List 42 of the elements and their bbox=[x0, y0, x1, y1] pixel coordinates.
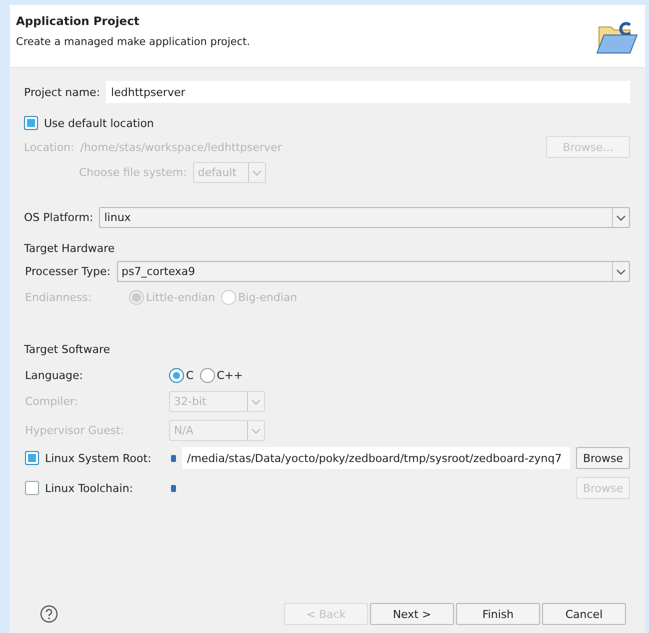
dialog-button[interactable]: Cancel bbox=[542, 603, 626, 625]
location-path: /home/stas/workspace/ledhttpserver bbox=[80, 140, 283, 154]
field-label: Location: bbox=[24, 140, 74, 154]
radio-label: Big-endian bbox=[238, 291, 298, 304]
field-label: Compiler: bbox=[25, 395, 80, 408]
field-label: Processer Type: bbox=[25, 265, 110, 278]
caret-icon bbox=[251, 428, 261, 434]
checkbox[interactable] bbox=[25, 451, 39, 465]
field-label: Endianness: bbox=[25, 291, 93, 304]
caret-icon bbox=[616, 214, 626, 220]
page-title: Application Project bbox=[16, 14, 140, 28]
radio-button[interactable] bbox=[200, 368, 215, 383]
radio-label: C bbox=[186, 369, 194, 382]
dialog-button[interactable]: Next > bbox=[370, 603, 454, 625]
field-label: OS Platform: bbox=[24, 211, 94, 224]
path-field[interactable]: /media/stas/Data/yocto/poky/zedboard/tmp/sysroot/zedboard-zynq7 bbox=[182, 447, 570, 469]
help-icon[interactable] bbox=[40, 605, 58, 623]
dropdown[interactable]: ps7_cortexa9 bbox=[116, 261, 630, 282]
caret-icon bbox=[616, 268, 626, 274]
field-label: Choose file system: bbox=[79, 166, 187, 179]
checkbox-label: Linux System Root: bbox=[45, 452, 152, 464]
checkbox[interactable] bbox=[24, 116, 38, 130]
info-icon bbox=[171, 454, 176, 462]
page-description: Create a managed make application project. bbox=[16, 36, 250, 48]
dialog-button[interactable]: Finish bbox=[456, 603, 540, 625]
field-label: Language: bbox=[25, 369, 84, 382]
field-label: Project name: bbox=[24, 86, 100, 98]
project-name-field[interactable]: ledhttpserver bbox=[106, 81, 630, 103]
caret-icon bbox=[251, 398, 261, 404]
dropdown[interactable]: linux bbox=[99, 207, 630, 228]
checkbox-label: Use default location bbox=[44, 116, 154, 130]
browse-button[interactable]: Browse bbox=[576, 447, 630, 469]
checkbox-label: Linux Toolchain: bbox=[45, 482, 134, 494]
caret-icon bbox=[252, 170, 262, 176]
section-title: Target Hardware bbox=[24, 242, 115, 255]
checkbox[interactable] bbox=[25, 481, 39, 495]
radio-button[interactable] bbox=[169, 368, 184, 383]
radio-label: Little-endian bbox=[146, 291, 216, 304]
radio-label: C++ bbox=[216, 369, 243, 382]
section-title: Target Software bbox=[24, 343, 110, 356]
field-label: Hypervisor Guest: bbox=[25, 424, 126, 437]
info-icon bbox=[171, 484, 176, 492]
